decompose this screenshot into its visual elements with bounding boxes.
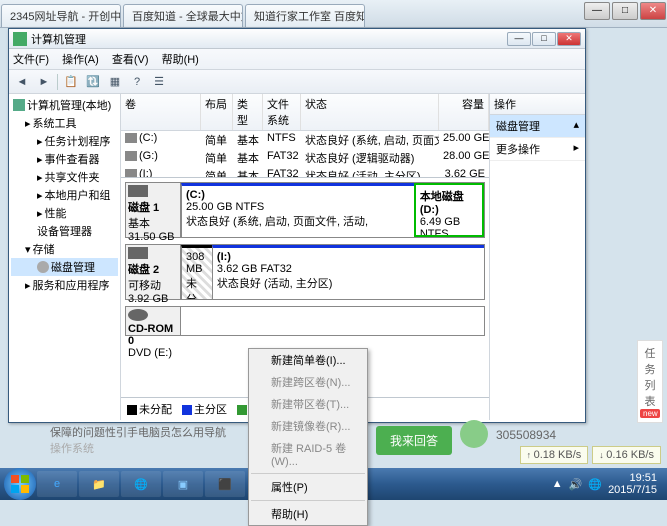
maximize-button[interactable]: □ (532, 32, 556, 46)
toolbar: ◄ ► 📋 🔃 ▦ ? ☰ (9, 70, 585, 94)
volume-row[interactable]: (C:)简单基本NTFS状态良好 (系统, 启动, 页面文件, 活动, 故障转储… (121, 131, 489, 149)
download-speed: ↓ 0.16 KB/s (592, 446, 661, 464)
network-stats: ↑ 0.18 KB/s ↓ 0.16 KB/s (520, 446, 661, 464)
user-number: 305508934 (496, 428, 556, 442)
action-more[interactable]: 更多操作▸ (490, 138, 585, 161)
menu-file[interactable]: 文件(F) (13, 54, 49, 66)
back-button[interactable]: ◄ (13, 73, 31, 91)
ctx-new-raid5: 新建 RAID-5 卷(W)... (249, 437, 367, 471)
app-icon (13, 32, 27, 46)
column-headers[interactable]: 卷 布局 类型 文件系统 状态 容量 (121, 94, 489, 131)
tree-eventviewer[interactable]: ▸ 事件查看器 (11, 150, 118, 168)
taskbar-app[interactable]: ⬛ (205, 471, 245, 497)
app-icon: ⬛ (218, 478, 232, 491)
maximize-button[interactable]: □ (612, 2, 638, 20)
answer-button[interactable]: 我来回答 (376, 426, 452, 455)
tree-devmgr[interactable]: 设备管理器 (11, 222, 118, 240)
tray-icon[interactable]: ▲ (552, 478, 563, 490)
cdrom-row: CD-ROM 0 DVD (E:) (125, 306, 485, 336)
window-titlebar[interactable]: 计算机管理 — □ ✕ (9, 29, 585, 49)
tree-scheduler[interactable]: ▸ 任务计划程序 (11, 132, 118, 150)
windows-icon (10, 474, 30, 494)
user-avatar[interactable] (460, 420, 488, 448)
ctx-properties[interactable]: 属性(P) (249, 476, 367, 498)
partition-i[interactable]: (I:) 3.62 GB FAT32 状态良好 (活动, 主分区) (212, 245, 484, 299)
menu-view[interactable]: 查看(V) (112, 54, 149, 66)
tree-perf[interactable]: ▸ 性能 (11, 204, 118, 222)
browser-tab[interactable]: 知道行家工作室 百度知道× (245, 4, 365, 27)
window-title: 计算机管理 (31, 31, 86, 47)
toolbar-button[interactable]: 📋 (62, 73, 80, 91)
clock-time[interactable]: 19:51 (608, 472, 657, 484)
disk-row-2: 磁盘 2 可移动 3.92 GB 联机 308 MB 未分配 (I:) 3.62… (125, 244, 485, 300)
taskbar-app[interactable]: e (37, 471, 77, 497)
chevron-right-icon: ▸ (573, 141, 579, 157)
question-text[interactable]: 保障的问题性引手电脑员怎么用导航 操作系统 (50, 424, 226, 456)
ctx-new-striped: 新建带区卷(T)... (249, 393, 367, 415)
ctx-new-simple-volume[interactable]: 新建简单卷(I)... (249, 349, 367, 371)
actions-title: 操作 (490, 94, 585, 115)
folder-icon: 📁 (92, 478, 106, 491)
browser-tab[interactable]: 2345网址导航 - 开创中国× (1, 4, 121, 27)
app-icon: ▣ (178, 478, 188, 491)
taskbar-app[interactable]: ▣ (163, 471, 203, 497)
tray-icon[interactable]: 🔊 (569, 478, 583, 491)
taskbar-app[interactable]: 📁 (79, 471, 119, 497)
tree-users[interactable]: ▸ 本地用户和组 (11, 186, 118, 204)
context-menu: 新建简单卷(I)... 新建跨区卷(N)... 新建带区卷(T)... 新建镜像… (248, 348, 368, 526)
tree-root[interactable]: 计算机管理(本地) (11, 96, 118, 114)
tray-icon[interactable]: 🌐 (588, 478, 602, 491)
minimize-button[interactable]: — (507, 32, 531, 46)
taskbar-app[interactable]: 🌐 (121, 471, 161, 497)
browser-tab-bar: 2345网址导航 - 开创中国× 百度知道 - 全球最大中文× 知道行家工作室 … (0, 0, 667, 28)
navigation-tree: 计算机管理(本地) ▸ 系统工具 ▸ 任务计划程序 ▸ 事件查看器 ▸ 共享文件… (9, 94, 121, 420)
partition-unallocated[interactable]: 308 MB 未分配 (181, 245, 212, 299)
ctx-new-mirror: 新建镜像卷(R)... (249, 415, 367, 437)
tree-systools[interactable]: ▸ 系统工具 (11, 114, 118, 132)
system-tray[interactable]: ▲ 🔊 🌐 19:51 2015/7/15 (552, 472, 663, 496)
volume-list: 卷 布局 类型 文件系统 状态 容量 (C:)简单基本NTFS状态良好 (系统,… (121, 94, 489, 178)
ctx-help[interactable]: 帮助(H) (249, 503, 367, 525)
ctx-new-spanned: 新建跨区卷(N)... (249, 371, 367, 393)
browser-tab[interactable]: 百度知道 - 全球最大中文× (123, 4, 243, 27)
upload-speed: ↑ 0.18 KB/s (520, 446, 589, 464)
refresh-button[interactable]: 🔃 (84, 73, 102, 91)
forward-button[interactable]: ► (35, 73, 53, 91)
disk-icon (128, 185, 148, 197)
tree-shared[interactable]: ▸ 共享文件夹 (11, 168, 118, 186)
menu-help[interactable]: 帮助(H) (162, 54, 199, 66)
disk-label[interactable]: CD-ROM 0 DVD (E:) (125, 306, 181, 336)
tree-storage[interactable]: ▾ 存储 (11, 240, 118, 258)
action-diskmgmt[interactable]: 磁盘管理▴ (490, 115, 585, 138)
volume-row[interactable]: (I:)简单基本FAT32状态良好 (活动, 主分区)3.62 GE (121, 167, 489, 178)
disk-label[interactable]: 磁盘 1 基本 31.50 GB 联机 (125, 182, 181, 238)
toolbar-button[interactable]: ☰ (150, 73, 168, 91)
minimize-button[interactable]: — (584, 2, 610, 20)
start-button[interactable] (4, 468, 36, 500)
tree-services[interactable]: ▸ 服务和应用程序 (11, 276, 118, 294)
dropdown-icon: ▴ (573, 118, 579, 134)
partition-c[interactable]: (C:) 25.00 GB NTFS 状态良好 (系统, 启动, 页面文件, 活… (181, 183, 414, 237)
disk-label[interactable]: 磁盘 2 可移动 3.92 GB 联机 (125, 244, 181, 300)
toolbar-button[interactable]: ▦ (106, 73, 124, 91)
help-button[interactable]: ? (128, 73, 146, 91)
disk-icon (128, 247, 148, 259)
close-button[interactable]: ✕ (557, 32, 581, 46)
disk-row-1: 磁盘 1 基本 31.50 GB 联机 (C:) 25.00 GB NTFS 状… (125, 182, 485, 238)
volume-row[interactable]: (G:)简单基本FAT32状态良好 (逻辑驱动器)28.00 GE (121, 149, 489, 167)
chrome-icon: 🌐 (134, 478, 148, 491)
side-panel[interactable]: 任 务 列 表 new (637, 340, 663, 423)
ie-icon: e (54, 478, 60, 490)
menu-bar: 文件(F) 操作(A) 查看(V) 帮助(H) (9, 49, 585, 70)
actions-panel: 操作 磁盘管理▴ 更多操作▸ (489, 94, 585, 420)
menu-action[interactable]: 操作(A) (62, 54, 99, 66)
clock-date[interactable]: 2015/7/15 (608, 484, 657, 496)
cdrom-icon (128, 309, 148, 321)
tree-diskmgmt[interactable]: 磁盘管理 (11, 258, 118, 276)
new-badge: new (640, 409, 660, 418)
partition-d-selected[interactable]: 本地磁盘 (D:) 6.49 GB NTFS 状态良好 (页面文件, 逻辑驱动器 (414, 183, 484, 237)
close-button[interactable]: ✕ (640, 2, 666, 20)
